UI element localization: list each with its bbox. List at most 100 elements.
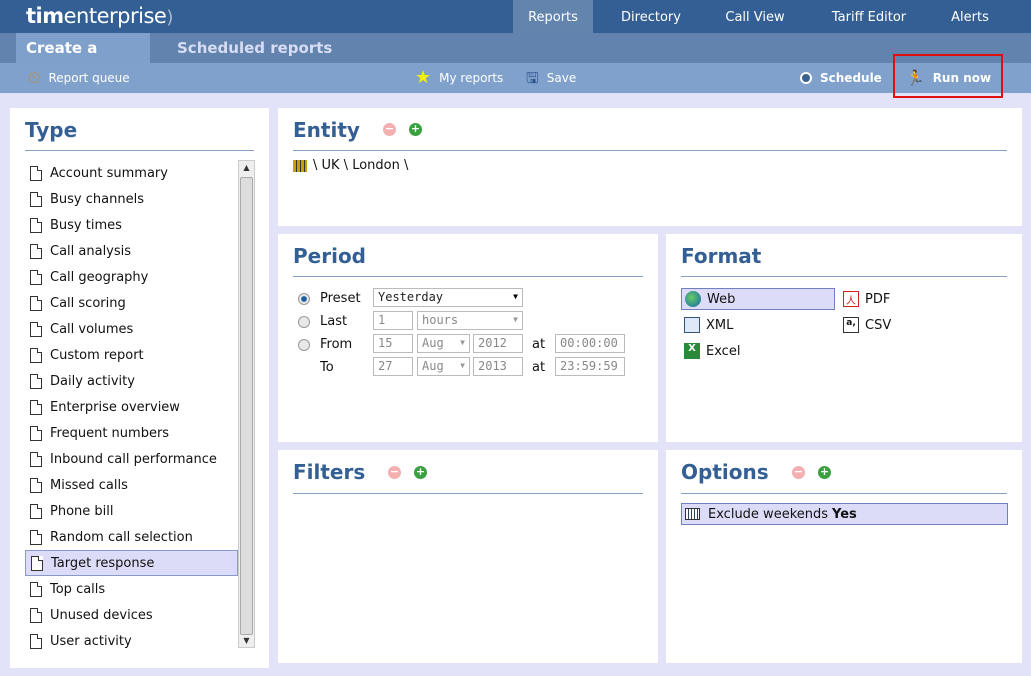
document-icon <box>30 165 42 181</box>
report-type-item[interactable]: Top calls <box>25 576 238 602</box>
schedule-button[interactable]: Schedule <box>800 63 882 93</box>
document-icon <box>30 607 42 623</box>
divider <box>681 276 1007 277</box>
divider <box>293 493 643 494</box>
report-type-item[interactable]: Custom report <box>25 342 238 368</box>
report-type-label: Enterprise overview <box>50 399 180 415</box>
remove-icon[interactable]: − <box>383 123 396 136</box>
from-time-input[interactable]: 00:00:00 <box>555 334 625 353</box>
report-type-item[interactable]: Missed calls <box>25 472 238 498</box>
globe-icon <box>685 291 701 307</box>
pdf-icon: 人 <box>843 291 859 307</box>
remove-icon[interactable]: − <box>388 466 401 479</box>
format-web[interactable]: Web <box>681 288 835 310</box>
entity-path[interactable]: \ UK \ London \ <box>293 158 408 173</box>
from-month-select[interactable]: Aug ▼ <box>417 334 470 353</box>
nav-reports[interactable]: Reports <box>513 0 593 33</box>
report-type-item[interactable]: Busy times <box>25 212 238 238</box>
scroll-up-icon[interactable]: ▲ <box>239 163 254 172</box>
subtab-bar: Create a report Scheduled reports <box>0 33 1031 87</box>
save-button[interactable]: 🖫 Save <box>526 63 576 93</box>
to-month-select[interactable]: Aug ▼ <box>417 357 470 376</box>
last-value-input[interactable]: 1 <box>373 311 413 330</box>
scroll-down-icon[interactable]: ▼ <box>239 636 254 645</box>
report-type-item[interactable]: Call volumes <box>25 316 238 342</box>
report-type-item[interactable]: User activity <box>25 628 238 654</box>
report-type-item[interactable]: Daily activity <box>25 368 238 394</box>
last-radio[interactable] <box>298 316 310 328</box>
excel-icon: X <box>684 343 700 359</box>
report-type-item[interactable]: Phone bill <box>25 498 238 524</box>
format-excel[interactable]: X Excel <box>681 340 740 362</box>
document-icon <box>30 321 42 337</box>
panel-title: Options <box>681 460 769 484</box>
format-csv[interactable]: a, CSV <box>840 314 891 336</box>
report-type-item[interactable]: Frequent numbers <box>25 420 238 446</box>
document-icon <box>30 217 42 233</box>
report-queue-button[interactable]: ⏲ Report queue <box>28 63 130 93</box>
add-icon[interactable]: + <box>409 123 422 136</box>
to-year-input[interactable]: 2013 <box>473 357 523 376</box>
nav-call-view[interactable]: Call View <box>710 0 800 33</box>
report-type-label: Unused devices <box>50 607 153 623</box>
document-icon <box>31 555 43 571</box>
to-time-input[interactable]: 23:59:59 <box>555 357 625 376</box>
report-type-item[interactable]: Target response <box>25 550 238 576</box>
document-icon <box>30 581 42 597</box>
remove-icon[interactable]: − <box>792 466 805 479</box>
my-reports-button[interactable]: ★ My reports <box>415 63 503 93</box>
report-type-item[interactable]: Call geography <box>25 264 238 290</box>
report-type-label: Missed calls <box>50 477 128 493</box>
document-icon <box>30 191 42 207</box>
options-panel: Options − + Exclude weekends Yes <box>666 450 1022 663</box>
report-type-label: Account summary <box>50 165 168 181</box>
document-icon <box>30 295 42 311</box>
format-pdf[interactable]: 人 PDF <box>840 288 890 310</box>
nav-directory[interactable]: Directory <box>605 0 697 33</box>
report-type-item[interactable]: Inbound call performance <box>25 446 238 472</box>
report-type-item[interactable]: Account summary <box>25 160 238 186</box>
clock-icon <box>800 72 812 84</box>
divider <box>25 150 254 151</box>
from-day-input[interactable]: 15 <box>373 334 413 353</box>
report-type-item[interactable]: Call analysis <box>25 238 238 264</box>
preset-radio[interactable] <box>298 293 310 305</box>
document-icon <box>30 243 42 259</box>
panel-title: Entity <box>293 118 360 142</box>
report-type-label: Call volumes <box>50 321 134 337</box>
nav-tariff-editor[interactable]: Tariff Editor <box>815 0 923 33</box>
add-icon[interactable]: + <box>414 466 427 479</box>
scrollbar[interactable]: ▲ ▼ <box>238 160 255 648</box>
type-panel: Type Account summary Busy channels Busy ti… <box>10 108 269 668</box>
at-label: at <box>532 337 546 352</box>
period-panel: Period Preset Yesterday ▼ Last 1 hours ▼ F… <box>278 234 658 442</box>
preset-select[interactable]: Yesterday ▼ <box>373 288 523 307</box>
from-year-input[interactable]: 2012 <box>473 334 523 353</box>
report-type-item[interactable]: Enterprise overview <box>25 394 238 420</box>
document-icon <box>30 399 42 415</box>
document-icon <box>30 633 42 649</box>
report-type-item[interactable]: Unused devices <box>25 602 238 628</box>
report-type-label: Frequent numbers <box>50 425 170 441</box>
toolbar: ⏲ Report queue ★ My reports 🖫 Save Schedule… <box>0 63 1031 93</box>
add-icon[interactable]: + <box>818 466 831 479</box>
report-type-label: Call scoring <box>50 295 126 311</box>
divider <box>681 493 1007 494</box>
option-exclude-weekends[interactable]: Exclude weekends Yes <box>681 503 1008 525</box>
report-type-label: Inbound call performance <box>50 451 217 467</box>
panel-title: Period <box>293 244 366 268</box>
document-icon <box>30 529 42 545</box>
highlight-box <box>893 54 1003 98</box>
to-day-input[interactable]: 27 <box>373 357 413 376</box>
scroll-thumb[interactable] <box>240 177 253 635</box>
report-type-item[interactable]: Call scoring <box>25 290 238 316</box>
to-label: To <box>320 360 334 375</box>
from-radio[interactable] <box>298 339 310 351</box>
tab-scheduled-reports[interactable]: Scheduled reports <box>167 33 342 63</box>
format-xml[interactable]: XML <box>681 314 733 336</box>
last-unit-select[interactable]: hours ▼ <box>417 311 523 330</box>
nav-alerts[interactable]: Alerts <box>935 0 1005 33</box>
report-type-item[interactable]: Busy channels <box>25 186 238 212</box>
report-type-item[interactable]: Random call selection <box>25 524 238 550</box>
tab-create-report[interactable]: Create a report <box>16 33 150 87</box>
